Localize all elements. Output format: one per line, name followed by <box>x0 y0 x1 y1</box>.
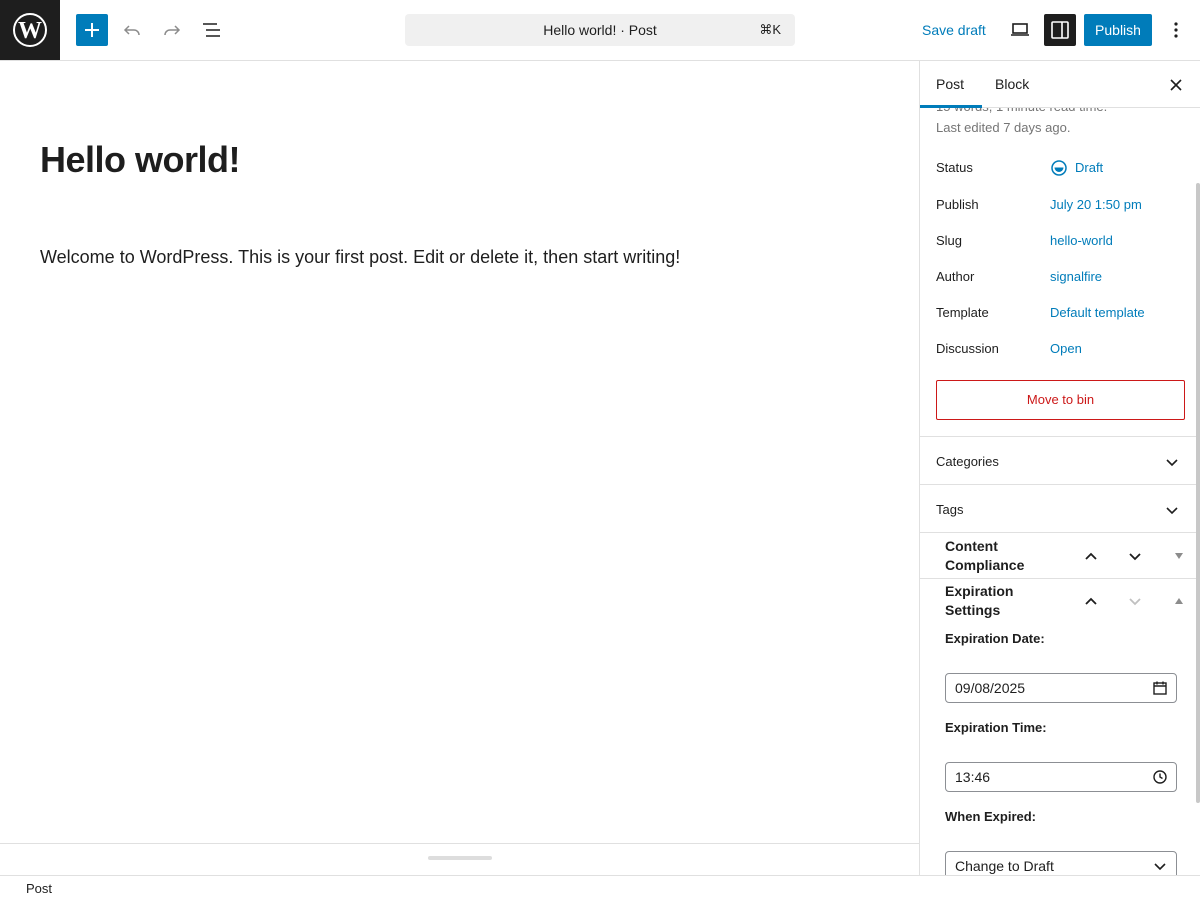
metabox-resize-handle[interactable] <box>428 856 492 860</box>
last-edited: Last edited 7 days ago. <box>936 120 1071 135</box>
expiration-settings-title[interactable]: Expiration Settings <box>945 582 1013 620</box>
tab-post[interactable]: Post <box>936 76 964 92</box>
template-label: Template <box>936 305 989 320</box>
editor-footer: Post <box>0 875 1200 900</box>
status-value[interactable]: Draft <box>1075 160 1103 175</box>
slug-label: Slug <box>936 233 963 248</box>
metabox-title-line: Compliance <box>945 557 1025 573</box>
settings-sidebar: 15 words, 1 minute read time. Last edite… <box>919 61 1200 875</box>
when-expired-value: Change to Draft <box>955 858 1054 874</box>
plus-icon <box>85 23 99 37</box>
move-to-bin-button[interactable]: Move to bin <box>936 380 1185 420</box>
undo-icon <box>123 25 140 36</box>
sidebar-scrollbar[interactable] <box>1196 183 1200 803</box>
expiration-time-label: Expiration Time: <box>945 720 1047 735</box>
close-icon <box>1170 79 1182 91</box>
expiration-date-label: Expiration Date: <box>945 631 1045 646</box>
tags-panel-title[interactable]: Tags <box>936 502 963 517</box>
caret-down-icon[interactable] <box>1174 552 1184 560</box>
editor-header: W Hello world! · Post ⌘K Save draft Publ… <box>0 0 1200 61</box>
sidebar-icon <box>1051 21 1069 39</box>
panel-divider <box>920 532 1200 533</box>
discussion-value[interactable]: Open <box>1050 341 1082 356</box>
command-shortcut: ⌘K <box>759 22 781 37</box>
document-title: Hello world! · Post <box>543 22 657 38</box>
metabox-title-line: Expiration <box>945 583 1014 599</box>
metabox-title-line: Content <box>945 538 998 554</box>
publish-date-value[interactable]: July 20 1:50 pm <box>1050 197 1142 212</box>
status-label: Status <box>936 160 973 175</box>
more-vertical-icon <box>1174 22 1178 38</box>
publish-label: Publish <box>936 197 979 212</box>
clock-icon[interactable] <box>1153 770 1167 784</box>
preview-button[interactable] <box>1004 14 1036 46</box>
metabox-divider <box>920 578 1200 579</box>
command-palette-bar[interactable]: Hello world! · Post ⌘K <box>405 14 795 46</box>
paragraph-block[interactable]: Welcome to WordPress. This is your first… <box>40 247 680 268</box>
caret-up-icon[interactable] <box>1174 597 1184 605</box>
document-overview-button[interactable] <box>196 14 228 46</box>
metabox-title-line: Settings <box>945 602 1001 618</box>
active-tab-indicator <box>920 105 982 108</box>
calendar-icon[interactable] <box>1153 681 1167 695</box>
publish-button[interactable]: Publish <box>1084 14 1152 46</box>
panel-divider <box>920 484 1200 485</box>
categories-panel-title[interactable]: Categories <box>936 454 999 469</box>
settings-toggle-button[interactable] <box>1044 14 1076 46</box>
chevron-down-icon[interactable] <box>1164 502 1180 518</box>
redo-icon <box>164 25 181 36</box>
chevron-up-icon[interactable] <box>1083 593 1099 609</box>
template-value[interactable]: Default template <box>1050 305 1145 320</box>
when-expired-select[interactable]: Change to Draft <box>945 851 1177 875</box>
metabox-divider <box>0 843 919 844</box>
discussion-label: Discussion <box>936 341 999 356</box>
desktop-icon <box>1011 23 1029 36</box>
editor-canvas: Hello world! Welcome to WordPress. This … <box>0 61 919 843</box>
chevron-down-icon[interactable] <box>1127 548 1143 564</box>
chevron-up-icon[interactable] <box>1083 548 1099 564</box>
panel-divider <box>920 436 1200 437</box>
expiration-date-value: 09/08/2025 <box>955 680 1026 696</box>
block-inserter-button[interactable] <box>76 14 108 46</box>
redo-button[interactable] <box>156 14 188 46</box>
draft-status-icon <box>1050 159 1068 177</box>
save-draft-button[interactable]: Save draft <box>914 14 994 46</box>
close-sidebar-button[interactable] <box>1166 75 1186 95</box>
options-menu-button[interactable] <box>1160 14 1192 46</box>
content-compliance-title[interactable]: Content Compliance <box>945 537 1024 575</box>
svg-text:W: W <box>18 18 42 44</box>
list-view-icon <box>203 23 220 37</box>
expiration-time-input[interactable]: 13:46 <box>945 762 1177 792</box>
sidebar-tabs: Post Block <box>920 61 1200 108</box>
post-title[interactable]: Hello world! <box>40 139 241 181</box>
when-expired-label: When Expired: <box>945 809 1037 824</box>
author-value[interactable]: signalfire <box>1050 269 1102 284</box>
chevron-down-icon[interactable] <box>1164 454 1180 470</box>
author-label: Author <box>936 269 975 284</box>
wordpress-logo-icon[interactable]: W <box>0 0 60 60</box>
undo-button[interactable] <box>116 14 148 46</box>
slug-value[interactable]: hello-world <box>1050 233 1113 248</box>
chevron-down-icon <box>1154 863 1166 871</box>
expiration-date-input[interactable]: 09/08/2025 <box>945 673 1177 703</box>
breadcrumb[interactable]: Post <box>26 881 52 896</box>
chevron-down-icon[interactable] <box>1127 593 1143 609</box>
expiration-time-value: 13:46 <box>955 769 991 785</box>
tab-block[interactable]: Block <box>995 76 1029 92</box>
